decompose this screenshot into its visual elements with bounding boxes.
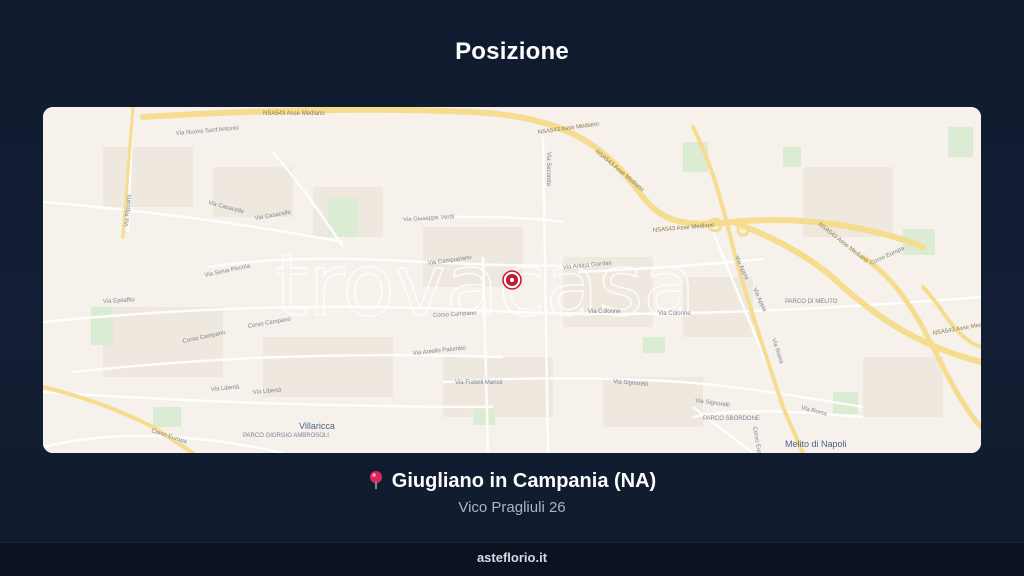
map-view[interactable]: trovacasa NSA543 Asse Mediano NSA543 Ass… [43, 107, 981, 453]
map-label: Via Colonne [658, 311, 691, 317]
map-label: Via Seconda [545, 152, 551, 187]
map-label: Via Colonne [588, 309, 621, 315]
site-footer: asteflorio.it [0, 542, 1024, 576]
location-heading: Giugliano in Campania (NA) [0, 470, 1024, 496]
map-label: Via Fratelli Maristi [455, 380, 503, 386]
location-address: Vico Pragliuli 26 [458, 499, 566, 516]
map-canvas[interactable]: trovacasa NSA543 Asse Mediano NSA543 Ass… [43, 107, 981, 453]
location-city: Giugliano in Campania (NA) [391, 470, 657, 492]
map-label: PARCO GIORGIO AMBROSOLI [243, 433, 329, 439]
town-label: Melito di Napoli [785, 439, 847, 449]
map-watermark: trovacasa [275, 236, 696, 336]
map-label: PARCO DI MELITO [785, 299, 838, 305]
map-label: NSA543 Asse Mediano [263, 111, 325, 117]
map-pin-icon [368, 470, 384, 496]
map-label: PARCO SBORDONE [703, 416, 760, 422]
footer-brand[interactable]: asteflorio.it [477, 550, 547, 565]
town-label: Villaricca [299, 421, 335, 431]
location-marker-icon[interactable] [502, 270, 522, 290]
page-title: Posizione [455, 38, 569, 65]
